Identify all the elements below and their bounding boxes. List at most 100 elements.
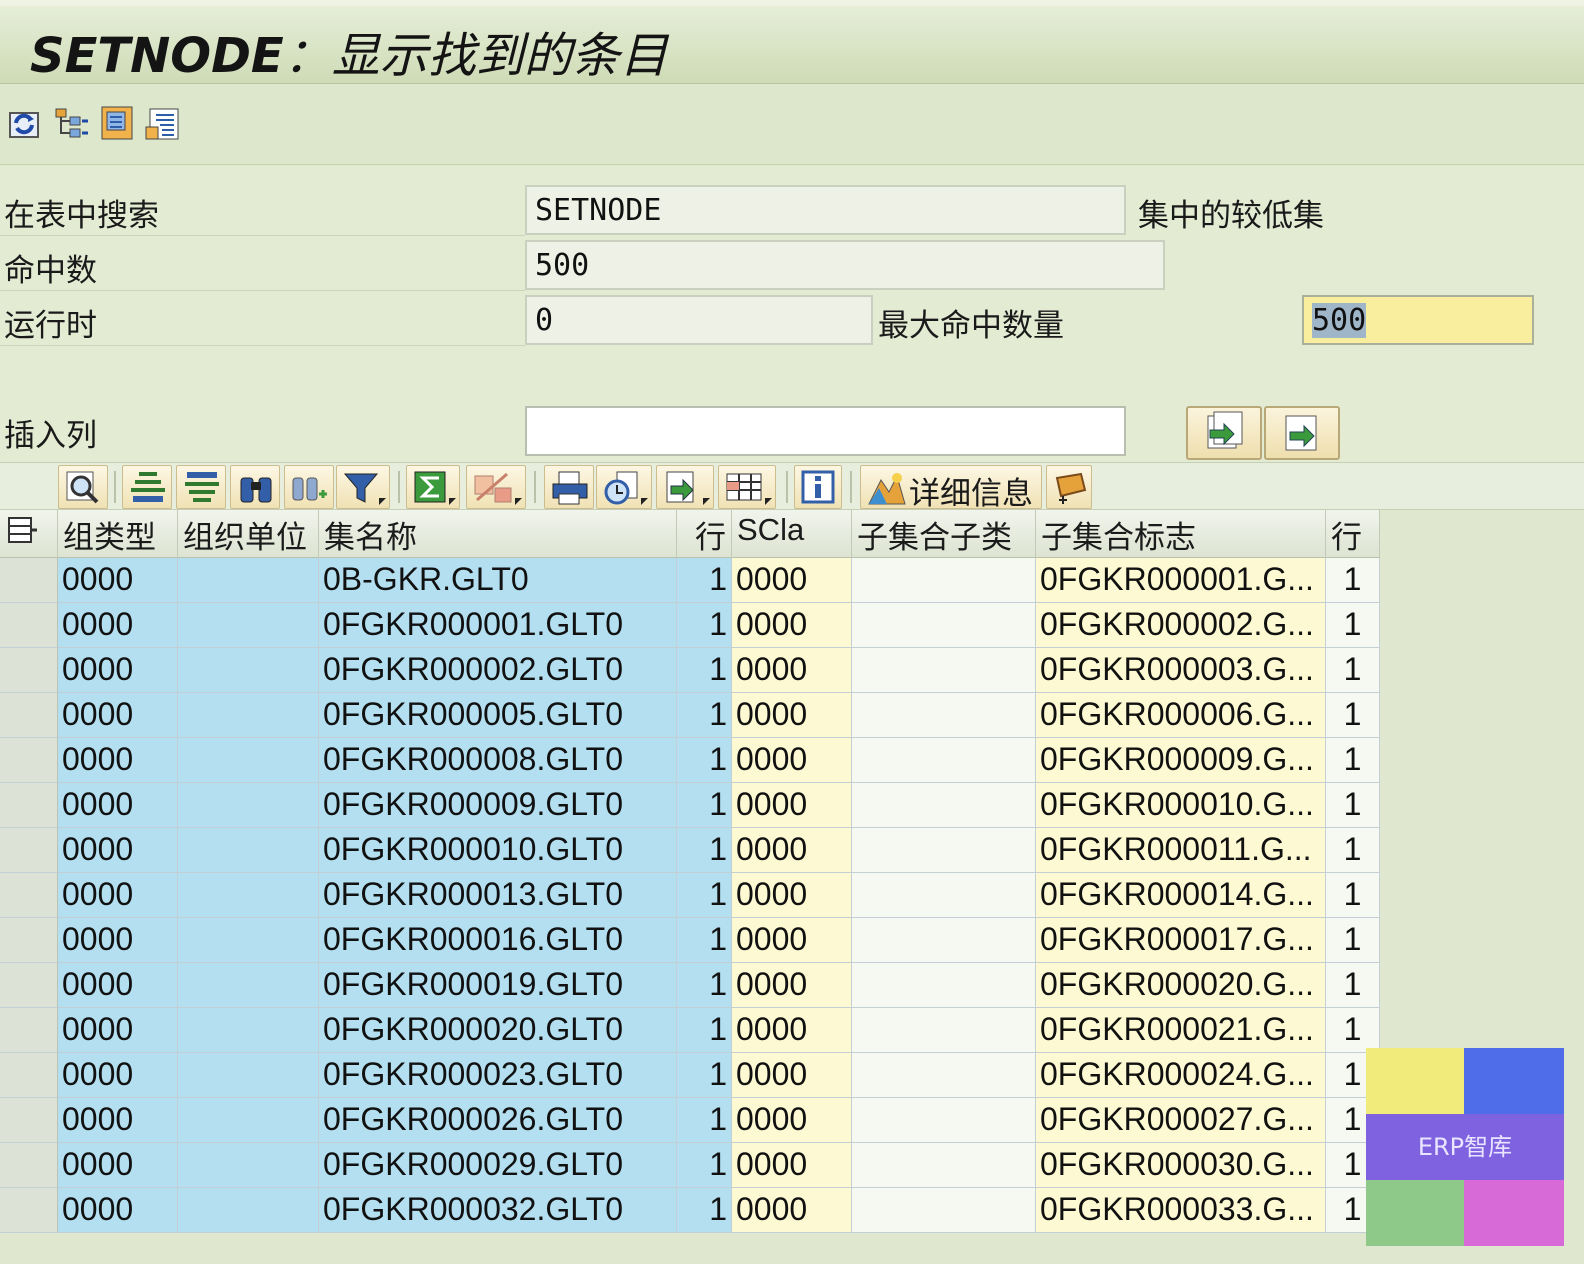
cell-line[interactable]: 1 bbox=[677, 1053, 732, 1098]
cell-set-name[interactable]: 0FGKR000032.GLT0 bbox=[319, 1188, 677, 1233]
row-selector[interactable] bbox=[0, 1188, 58, 1233]
cell-subset-id[interactable]: 0FGKR000011.G... bbox=[1036, 828, 1326, 873]
cell-group-type[interactable]: 0000 bbox=[58, 693, 178, 738]
cell-subset-subclass[interactable] bbox=[852, 963, 1036, 1008]
cell-org-unit[interactable] bbox=[178, 603, 319, 648]
cell-line[interactable]: 1 bbox=[677, 828, 732, 873]
cell-group-type[interactable]: 0000 bbox=[58, 738, 178, 783]
cell-subset-subclass[interactable] bbox=[852, 918, 1036, 963]
cell-line-2[interactable]: 1 bbox=[1326, 783, 1380, 828]
info-button[interactable] bbox=[794, 465, 842, 509]
cell-org-unit[interactable] bbox=[178, 1053, 319, 1098]
cell-line-2[interactable]: 1 bbox=[1326, 828, 1380, 873]
cell-line[interactable]: 1 bbox=[677, 693, 732, 738]
cell-group-type[interactable]: 0000 bbox=[58, 1008, 178, 1053]
cell-group-type[interactable]: 0000 bbox=[58, 783, 178, 828]
cell-group-type[interactable]: 0000 bbox=[58, 1053, 178, 1098]
cell-set-name[interactable]: 0FGKR000010.GLT0 bbox=[319, 828, 677, 873]
cell-group-type[interactable]: 0000 bbox=[58, 873, 178, 918]
cell-group-type[interactable]: 0000 bbox=[58, 1098, 178, 1143]
filter-button[interactable] bbox=[336, 465, 390, 509]
document-list-icon[interactable] bbox=[144, 103, 184, 143]
cell-org-unit[interactable] bbox=[178, 1008, 319, 1053]
cell-subset-subclass[interactable] bbox=[852, 1053, 1036, 1098]
cell-subset-subclass[interactable] bbox=[852, 603, 1036, 648]
cell-subset-subclass[interactable] bbox=[852, 648, 1036, 693]
cell-scla[interactable]: 0000 bbox=[732, 648, 852, 693]
search-table-field[interactable]: SETNODE bbox=[525, 185, 1126, 235]
cell-subset-subclass[interactable] bbox=[852, 828, 1036, 873]
cell-org-unit[interactable] bbox=[178, 558, 319, 603]
cell-line[interactable]: 1 bbox=[677, 603, 732, 648]
cell-set-name[interactable]: 0FGKR000020.GLT0 bbox=[319, 1008, 677, 1053]
max-hits-input[interactable]: 500 bbox=[1302, 295, 1534, 345]
column-header-line-2[interactable]: 行 bbox=[1326, 510, 1380, 558]
cell-line[interactable]: 1 bbox=[677, 738, 732, 783]
cell-subset-id[interactable]: 0FGKR000003.G... bbox=[1036, 648, 1326, 693]
cell-subset-id[interactable]: 0FGKR000002.G... bbox=[1036, 603, 1326, 648]
cell-line-2[interactable]: 1 bbox=[1326, 873, 1380, 918]
cell-scla[interactable]: 0000 bbox=[732, 558, 852, 603]
cell-set-name[interactable]: 0FGKR000023.GLT0 bbox=[319, 1053, 677, 1098]
cell-scla[interactable]: 0000 bbox=[732, 738, 852, 783]
row-selector[interactable] bbox=[0, 693, 58, 738]
cell-org-unit[interactable] bbox=[178, 693, 319, 738]
row-selector[interactable] bbox=[0, 1053, 58, 1098]
cell-scla[interactable]: 0000 bbox=[732, 1098, 852, 1143]
cell-group-type[interactable]: 0000 bbox=[58, 963, 178, 1008]
cell-subset-subclass[interactable] bbox=[852, 738, 1036, 783]
runtime-field[interactable]: 0 bbox=[525, 295, 873, 345]
cell-scla[interactable]: 0000 bbox=[732, 828, 852, 873]
cell-org-unit[interactable] bbox=[178, 1098, 319, 1143]
cell-subset-id[interactable]: 0FGKR000033.G... bbox=[1036, 1188, 1326, 1233]
cell-scla[interactable]: 0000 bbox=[732, 918, 852, 963]
cell-subset-subclass[interactable] bbox=[852, 1098, 1036, 1143]
row-selector[interactable] bbox=[0, 828, 58, 873]
cell-subset-id[interactable]: 0FGKR000006.G... bbox=[1036, 693, 1326, 738]
cell-line[interactable]: 1 bbox=[677, 783, 732, 828]
cell-line[interactable]: 1 bbox=[677, 1008, 732, 1053]
cell-group-type[interactable]: 0000 bbox=[58, 918, 178, 963]
cell-group-type[interactable]: 0000 bbox=[58, 558, 178, 603]
cell-subset-id[interactable]: 0FGKR000010.G... bbox=[1036, 783, 1326, 828]
cell-org-unit[interactable] bbox=[178, 828, 319, 873]
column-header-group-type[interactable]: 组类型 bbox=[58, 510, 178, 558]
cell-scla[interactable]: 0000 bbox=[732, 1143, 852, 1188]
select-all-header[interactable] bbox=[0, 510, 58, 558]
insert-column-button[interactable] bbox=[1186, 406, 1262, 460]
cell-set-name[interactable]: 0B-GKR.GLT0 bbox=[319, 558, 677, 603]
cell-line-2[interactable]: 1 bbox=[1326, 963, 1380, 1008]
cell-set-name[interactable]: 0FGKR000026.GLT0 bbox=[319, 1098, 677, 1143]
transfer-column-button[interactable] bbox=[1264, 406, 1340, 460]
row-selector[interactable] bbox=[0, 648, 58, 693]
cell-subset-subclass[interactable] bbox=[852, 1008, 1036, 1053]
cell-set-name[interactable]: 0FGKR000019.GLT0 bbox=[319, 963, 677, 1008]
cell-subset-id[interactable]: 0FGKR000001.G... bbox=[1036, 558, 1326, 603]
refresh-icon[interactable] bbox=[4, 103, 44, 143]
details-info-button[interactable]: 详细信息 bbox=[860, 465, 1042, 512]
cell-subset-subclass[interactable] bbox=[852, 783, 1036, 828]
column-header-org-unit[interactable]: 组织单位 bbox=[178, 510, 319, 558]
cell-line[interactable]: 1 bbox=[677, 918, 732, 963]
cell-subset-subclass[interactable] bbox=[852, 558, 1036, 603]
row-selector[interactable] bbox=[0, 1008, 58, 1053]
total-button[interactable] bbox=[406, 465, 460, 509]
cell-group-type[interactable]: 0000 bbox=[58, 1188, 178, 1233]
column-header-subset-id[interactable]: 子集合标志 bbox=[1036, 510, 1326, 558]
cell-set-name[interactable]: 0FGKR000008.GLT0 bbox=[319, 738, 677, 783]
cell-subset-id[interactable]: 0FGKR000027.G... bbox=[1036, 1098, 1326, 1143]
cell-line[interactable]: 1 bbox=[677, 873, 732, 918]
cell-scla[interactable]: 0000 bbox=[732, 783, 852, 828]
cell-subset-id[interactable]: 0FGKR000017.G... bbox=[1036, 918, 1326, 963]
cell-subset-id[interactable]: 0FGKR000009.G... bbox=[1036, 738, 1326, 783]
cell-subset-subclass[interactable] bbox=[852, 1143, 1036, 1188]
print-button[interactable] bbox=[544, 465, 594, 509]
sort-ascending-button[interactable] bbox=[122, 465, 172, 509]
cell-scla[interactable]: 0000 bbox=[732, 1188, 852, 1233]
cell-scla[interactable]: 0000 bbox=[732, 693, 852, 738]
layout-button[interactable] bbox=[718, 465, 776, 509]
cell-line-2[interactable]: 1 bbox=[1326, 648, 1380, 693]
row-selector[interactable] bbox=[0, 1098, 58, 1143]
cell-line-2[interactable]: 1 bbox=[1326, 693, 1380, 738]
insert-column-input[interactable] bbox=[525, 406, 1126, 456]
